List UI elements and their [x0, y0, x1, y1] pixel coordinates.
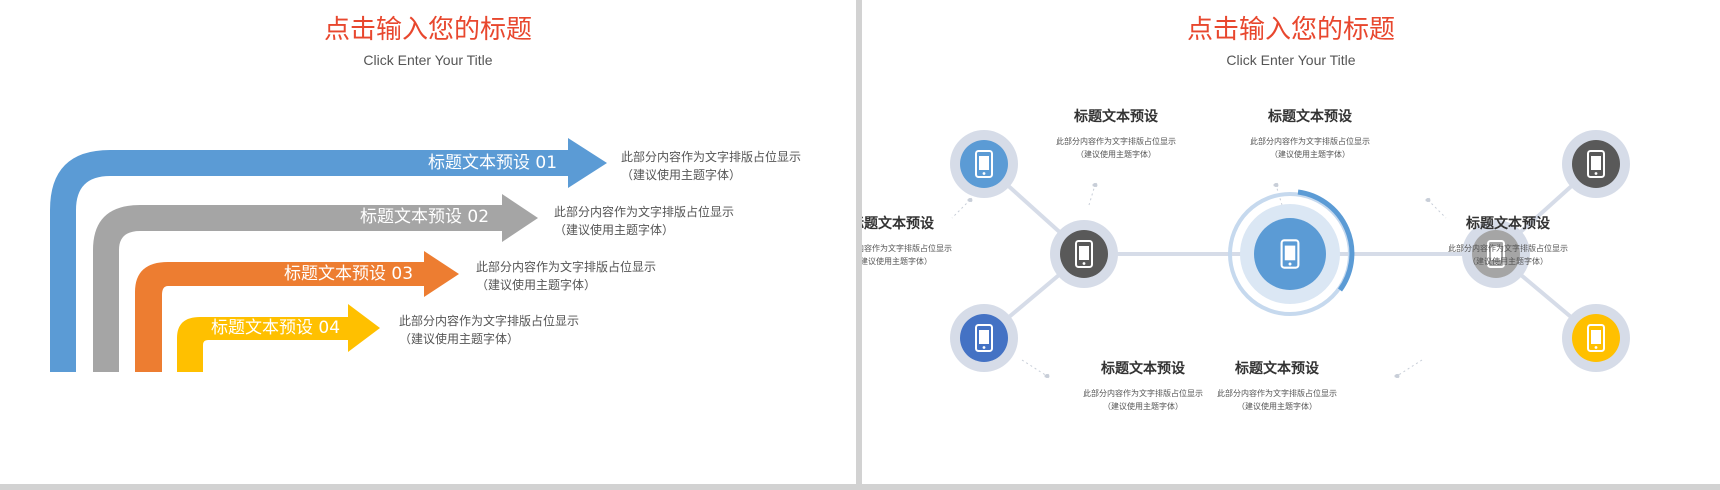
- node-desc-2-line1: 此部分内容作为文字排版占位显示: [1056, 137, 1176, 146]
- arrow-label-04: 标题文本预设 04: [211, 318, 341, 338]
- node-desc-5-line2: （建议使用主题字体）: [1237, 402, 1317, 411]
- arrow-desc-02-line1: 此部分内容作为文字排版占位显示: [554, 205, 735, 219]
- node-title-3: 标题文本预设: [1268, 109, 1352, 125]
- arrow-desc-04-line1: 此部分内容作为文字排版占位显示: [399, 314, 580, 328]
- arrow-diagram: [50, 138, 607, 372]
- arrow-desc-01-line1: 此部分内容作为文字排版占位显示: [621, 150, 802, 164]
- arrow-desc-02-line2: （建议使用主题字体）: [554, 223, 675, 237]
- phone-node-6: [1562, 130, 1630, 198]
- phone-node-5: [1562, 304, 1630, 372]
- phone-node-1: [950, 130, 1018, 198]
- dotted-pointers: [951, 182, 1447, 379]
- arrow-desc-01-line2: （建议使用主题字体）: [621, 168, 742, 182]
- node-title-1: 标题文本预设: [862, 216, 934, 232]
- node-desc-2-line2: （建议使用主题字体）: [1076, 150, 1156, 159]
- node-title-6: 标题文本预设: [1466, 216, 1550, 232]
- phone-node-2: [1050, 220, 1118, 288]
- node-desc-6-line1: 此部分内容作为文字排版占位显示: [1448, 244, 1568, 253]
- slide-right: 点击输入您的标题 Click Enter Your Title 题文本预设 容作…: [862, 0, 1720, 484]
- node-desc-6-line2: （建议使用主题字体）: [1468, 257, 1548, 266]
- node-title-5: 标题文本预设: [1235, 361, 1319, 377]
- node-desc-3-line2: （建议使用主题字体）: [1270, 150, 1350, 159]
- arrow-desc-04-line2: （建议使用主题字体）: [399, 332, 520, 346]
- arrow-desc-03-line2: （建议使用主题字体）: [476, 278, 597, 292]
- node-desc-5-line1: 此部分内容作为文字排版占位显示: [1217, 389, 1337, 398]
- arrow-label-03: 标题文本预设 03: [284, 264, 414, 284]
- node-desc-1-line1: 此部分内容作为文字排版占位显示: [862, 244, 952, 253]
- node-desc-3-line1: 此部分内容作为文字排版占位显示: [1250, 137, 1370, 146]
- arrow-desc-03-line1: 此部分内容作为文字排版占位显示: [476, 260, 657, 274]
- node-desc-1-line2: （建议使用主题字体）: [862, 257, 932, 266]
- center-hub: [1228, 189, 1355, 316]
- node-title-2: 标题文本预设: [1074, 109, 1158, 125]
- slide-left: 点击输入您的标题 Click Enter Your Title 标题文本预设 0…: [0, 0, 856, 484]
- arrow-label-01: 标题文本预设 01: [428, 153, 558, 173]
- phone-node-4: [950, 304, 1018, 372]
- arrow-label-02: 标题文本预设 02: [360, 207, 490, 227]
